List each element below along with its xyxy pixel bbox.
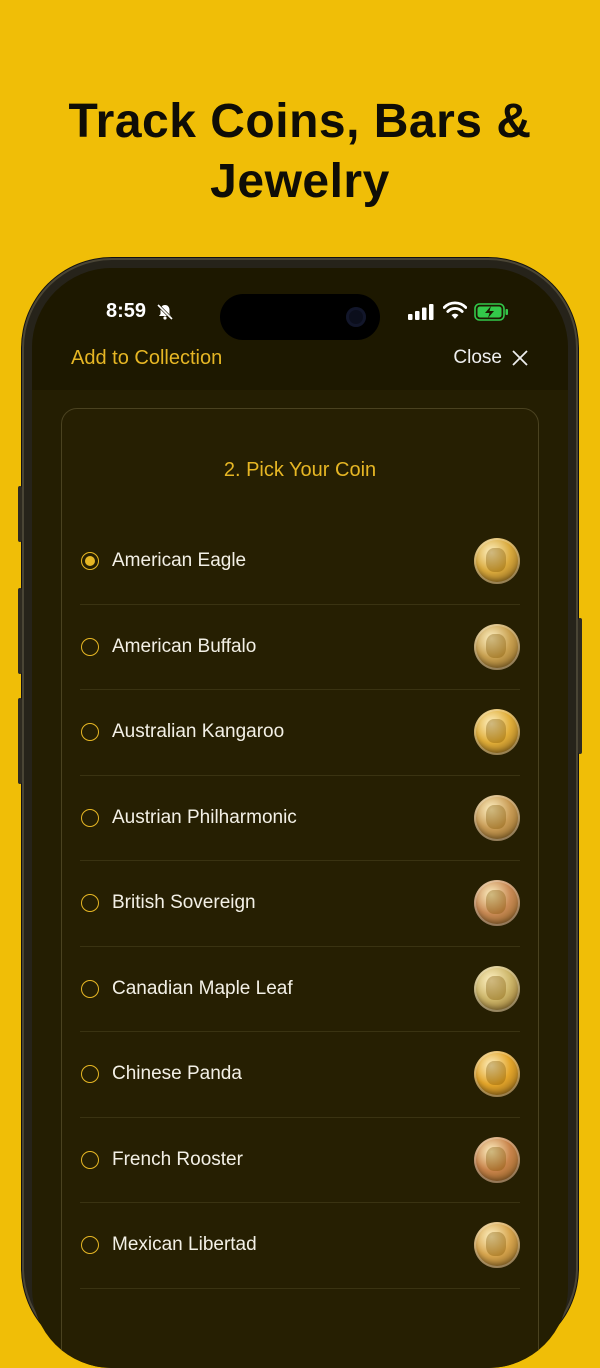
coin-name: Canadian Maple Leaf — [112, 977, 293, 999]
headline: Track Coins, Bars & Jewelry — [0, 92, 600, 212]
wifi-icon — [443, 301, 467, 319]
status-time: 8:59 — [106, 300, 147, 322]
coin-name: Chinese Panda — [112, 1063, 242, 1085]
radio-button[interactable] — [81, 1065, 99, 1084]
coin-name: American Eagle — [112, 550, 247, 572]
coin-option-australian-kangaroo[interactable]: Australian Kangaroo — [80, 690, 520, 776]
coin-name: Mexican Libertad — [112, 1234, 257, 1256]
screen: 8:59 Add to Collection Close 2. Pick You… — [32, 268, 568, 1368]
coin-option-chinese-panda[interactable]: Chinese Panda — [80, 1032, 520, 1118]
radio-button[interactable] — [81, 1236, 99, 1255]
camera-icon — [346, 307, 366, 327]
radio-button[interactable] — [81, 808, 99, 827]
coin-picker-card: 2. Pick Your Coin American Eagle America… — [61, 408, 539, 1368]
silent-switch — [18, 486, 22, 542]
coin-option-american-eagle[interactable]: American Eagle — [80, 519, 520, 605]
close-label: Close — [453, 347, 502, 368]
cellular-signal-icon — [408, 304, 434, 320]
coin-thumbnail — [474, 538, 520, 585]
coin-option-mexican-libertad[interactable]: Mexican Libertad — [80, 1203, 520, 1289]
coin-name: American Buffalo — [112, 635, 257, 657]
coin-thumbnail — [474, 1136, 520, 1183]
coin-name: French Rooster — [112, 1148, 243, 1170]
volume-up-button — [18, 588, 22, 674]
close-button[interactable]: Close — [453, 347, 528, 369]
coin-thumbnail — [474, 1051, 520, 1098]
dynamic-island — [220, 294, 380, 340]
coin-name: Austrian Philharmonic — [112, 806, 297, 828]
nav-title: Add to Collection — [71, 347, 223, 369]
phone-frame: 8:59 Add to Collection Close 2. Pick You… — [18, 258, 582, 1368]
top-bar: 8:59 Add to Collection Close — [32, 268, 568, 390]
radio-button[interactable] — [81, 552, 99, 571]
coin-thumbnail — [474, 709, 520, 756]
coin-option-austrian-philharmonic[interactable]: Austrian Philharmonic — [80, 776, 520, 861]
radio-button[interactable] — [81, 1150, 99, 1169]
volume-down-button — [18, 698, 22, 784]
coin-option-canadian-maple-leaf[interactable]: Canadian Maple Leaf — [80, 947, 520, 1032]
coin-list: American Eagle American Buffalo Australi… — [80, 519, 520, 1289]
headline-line-2: Jewelry — [210, 155, 390, 208]
coin-thumbnail — [474, 623, 520, 670]
coin-thumbnail — [474, 880, 520, 927]
radio-button[interactable] — [81, 979, 99, 998]
coin-thumbnail — [474, 965, 520, 1012]
coin-option-french-rooster[interactable]: French Rooster — [80, 1118, 520, 1203]
coin-option-british-sovereign[interactable]: British Sovereign — [80, 861, 520, 947]
radio-button[interactable] — [81, 637, 99, 656]
battery-charging-icon — [474, 303, 508, 321]
section-title: 2. Pick Your Coin — [223, 459, 377, 481]
close-icon — [512, 350, 528, 366]
coin-thumbnail — [474, 1222, 520, 1269]
power-button — [578, 618, 582, 754]
coin-option-american-buffalo[interactable]: American Buffalo — [80, 605, 520, 690]
radio-button[interactable] — [81, 894, 99, 913]
coin-thumbnail — [474, 794, 520, 841]
radio-button[interactable] — [81, 723, 99, 742]
bell-muted-icon — [156, 303, 174, 321]
coin-name: Australian Kangaroo — [112, 721, 285, 743]
headline-line-1: Track Coins, Bars & — [68, 95, 532, 148]
coin-name: British Sovereign — [112, 892, 256, 914]
